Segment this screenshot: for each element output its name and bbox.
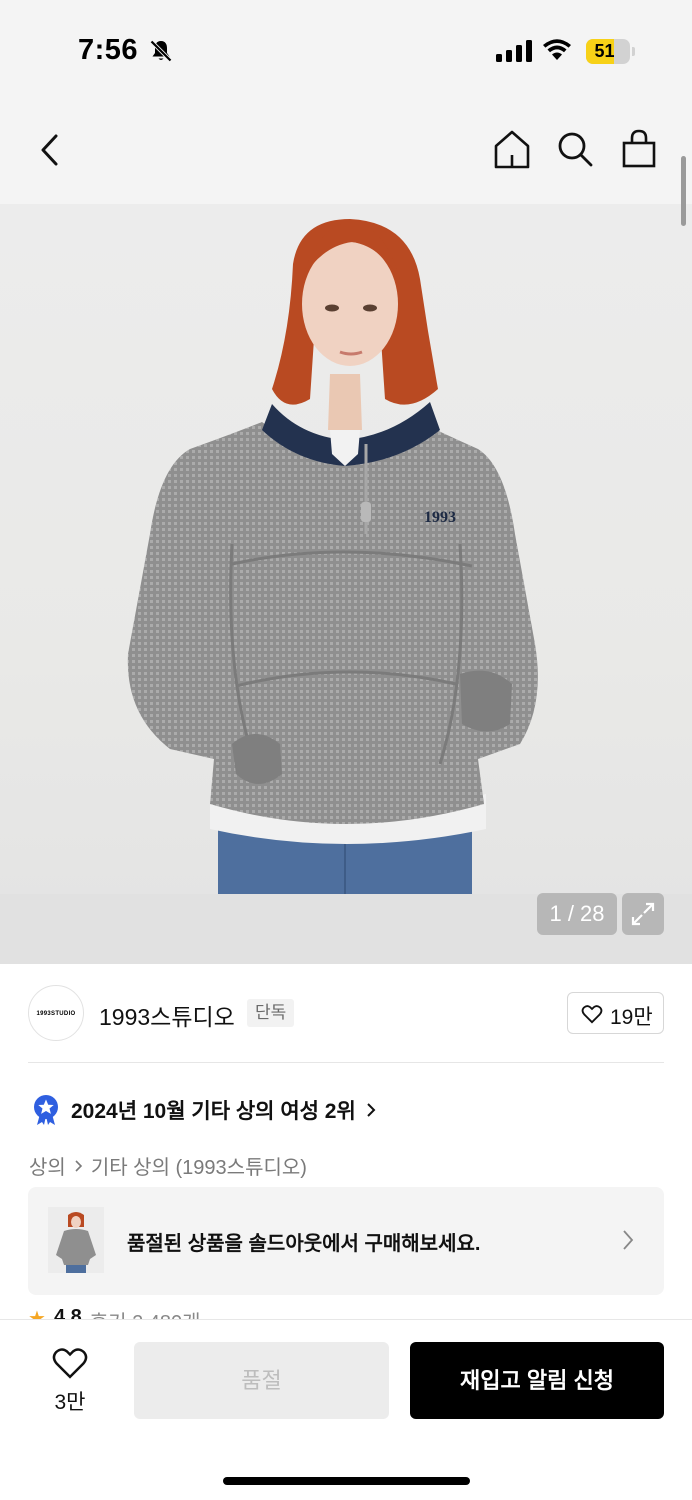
scrollbar[interactable] [681, 156, 686, 226]
review-count: 후기 2,480개 [90, 1306, 201, 1320]
star-icon: ★ [28, 1308, 46, 1320]
brand-logo[interactable]: 1993STUDIO [28, 985, 84, 1041]
image-counter: 1 / 28 [537, 893, 617, 935]
brand-like-count: 19만 [610, 1006, 653, 1029]
exclusive-badge: 단독 [247, 999, 295, 1027]
home-indicator[interactable] [223, 1477, 470, 1485]
soldout-market-banner[interactable]: 품절된 상품을 솔드아웃에서 구매해보세요. [28, 1187, 664, 1295]
heart-icon [581, 1005, 603, 1024]
chevron-right-icon [75, 1159, 82, 1172]
heart-icon[interactable] [51, 1346, 89, 1380]
back-arrow-icon[interactable] [36, 130, 64, 170]
breadcrumb: 상의 기타 상의 (1993스튜디오) [29, 1151, 307, 1180]
product-photo-illustration: 1993 [127, 219, 538, 894]
purchase-bar: 3만 품절 재입고 알림 신청 [0, 1319, 692, 1500]
chevron-right-icon [367, 1103, 376, 1117]
status-time: 7:56 [78, 34, 139, 66]
breadcrumb-category[interactable]: 상의 [29, 1151, 66, 1180]
breadcrumb-subcategory[interactable]: 기타 상의 (1993스튜디오) [91, 1151, 307, 1180]
brand-name[interactable]: 1993스튜디오 [99, 998, 235, 1032]
soldout-button: 품절 [134, 1342, 389, 1419]
brand-like-button[interactable]: 19만 [567, 992, 664, 1034]
review-rating: 4.8 [53, 1306, 82, 1320]
chevron-right-icon [623, 1230, 634, 1250]
fullscreen-button[interactable] [622, 893, 664, 935]
restock-alert-button[interactable]: 재입고 알림 신청 [410, 1342, 664, 1419]
expand-icon [631, 902, 655, 926]
ranking-link[interactable]: 2024년 10월 기타 상의 여성 2위 [32, 1094, 376, 1126]
svg-text:1993: 1993 [424, 509, 456, 526]
review-summary[interactable]: ★ 4.8 후기 2,480개 [28, 1306, 201, 1320]
top-navigation [0, 100, 692, 204]
cellular-signal-icon [496, 40, 532, 62]
product-like-count: 3만 [54, 1391, 86, 1414]
product-image[interactable]: 1993 [0, 204, 692, 964]
soldout-banner-text: 품절된 상품을 솔드아웃에서 구매해보세요. [127, 1233, 481, 1255]
search-icon[interactable] [556, 130, 594, 168]
ranking-medal-icon [34, 1095, 58, 1125]
product-thumbnail [48, 1207, 104, 1273]
divider [28, 1062, 664, 1063]
bell-muted-icon [150, 40, 172, 62]
home-icon[interactable] [492, 128, 532, 170]
battery-level: 51 [594, 41, 615, 61]
wifi-icon [543, 39, 571, 60]
ranking-text: 2024년 10월 기타 상의 여성 2위 [71, 1100, 356, 1123]
status-bar: 7:56 51 [0, 0, 692, 100]
shopping-bag-icon[interactable] [620, 128, 658, 170]
battery-indicator: 51 [586, 39, 630, 64]
